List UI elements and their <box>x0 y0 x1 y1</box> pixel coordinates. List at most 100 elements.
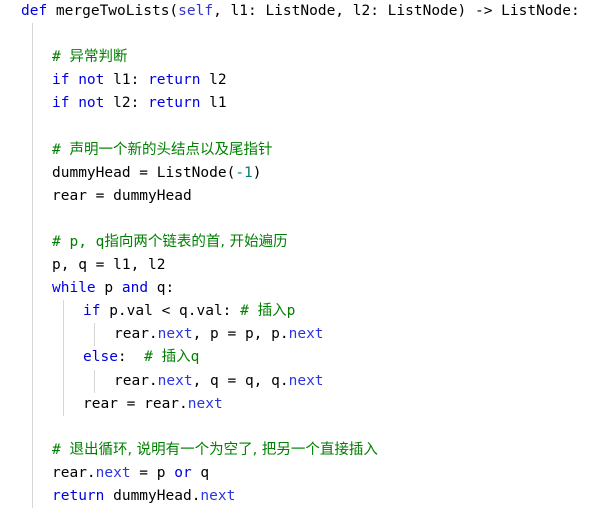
code-line[interactable]: def mergeTwoLists(self, l1: ListNode, l2… <box>0 0 615 23</box>
code-token: , q = q, q. <box>192 372 289 389</box>
code-token: next <box>95 464 131 481</box>
code-line-text: if p.val < q.val: # 插入p <box>0 300 615 323</box>
code-line[interactable]: # p, q指向两个链表的首, 开始遍历 <box>0 230 615 255</box>
code-token: next <box>200 487 236 504</box>
code-line[interactable]: if p.val < q.val: # 插入p <box>0 300 615 324</box>
code-token: mergeTwoLists( <box>47 3 179 19</box>
code-token: 指向两个链表的首, 开始遍历 <box>104 233 288 250</box>
code-token: def <box>21 3 48 19</box>
code-line-text: # 声明一个新的头结点以及尾指针 <box>0 139 615 162</box>
code-token: l2: <box>104 95 149 112</box>
code-token: q <box>190 349 200 366</box>
code-line[interactable] <box>0 207 615 231</box>
code-token: # <box>52 141 70 158</box>
code-token: 异常判断 <box>69 49 128 66</box>
code-line[interactable]: return dummyHead.next <box>0 484 615 508</box>
code-block[interactable]: def mergeTwoLists(self, l1: ListNode, l2… <box>0 0 615 508</box>
code-line[interactable]: # 声明一个新的头结点以及尾指针 <box>0 138 615 162</box>
code-token: # <box>52 441 70 458</box>
code-line-text: else: # 插入q <box>0 346 615 369</box>
code-token: , p = p, p. <box>192 326 289 343</box>
code-token: next <box>157 326 193 343</box>
code-line-text: rear = rear.next <box>0 393 615 416</box>
code-line[interactable]: dummyHead = ListNode(-1) <box>0 161 615 185</box>
code-token: p, q = l1, l2 <box>52 257 166 274</box>
code-token: p <box>286 303 296 320</box>
code-line-list: def mergeTwoLists(self, l1: ListNode, l2… <box>0 0 615 508</box>
code-token: else <box>83 349 118 366</box>
code-token: # p, q <box>52 233 105 250</box>
code-token: # <box>144 349 162 366</box>
code-line-text: rear.next, q = q, q.next <box>0 370 615 393</box>
code-line[interactable] <box>0 23 615 47</box>
code-token: q <box>191 464 210 481</box>
code-line-text: if not l1: return l2 <box>0 69 615 92</box>
code-line-text: # 退出循环, 说明有一个为空了, 把另一个直接插入 <box>0 439 615 462</box>
code-line[interactable]: rear.next = p or q <box>0 461 615 485</box>
code-line[interactable]: rear.next, q = q, q.next <box>0 369 615 393</box>
indent-guide <box>32 207 33 231</box>
code-token: next <box>157 372 193 389</box>
code-token: rear. <box>114 372 158 389</box>
code-token: l2 <box>200 72 227 89</box>
code-token: while <box>52 280 96 297</box>
code-token: 插入 <box>257 303 287 320</box>
code-token: # <box>52 49 70 66</box>
code-token: q: <box>148 280 175 297</box>
code-token: p <box>95 280 122 297</box>
code-token: l1: <box>104 72 149 89</box>
code-token: return <box>148 95 201 112</box>
code-token: dummyHead. <box>104 487 201 504</box>
code-token: next <box>288 372 324 389</box>
indent-guide <box>32 23 33 47</box>
code-token: next <box>187 395 223 412</box>
code-line[interactable] <box>0 415 615 439</box>
code-line[interactable]: if not l1: return l2 <box>0 69 615 93</box>
code-line-text: # 异常判断 <box>0 46 615 69</box>
code-token: ) <box>252 164 262 181</box>
code-line[interactable]: # 退出循环, 说明有一个为空了, 把另一个直接插入 <box>0 438 615 462</box>
code-token: if <box>52 72 70 89</box>
code-line[interactable]: rear = dummyHead <box>0 184 615 208</box>
code-line-text: # p, q指向两个链表的首, 开始遍历 <box>0 231 615 254</box>
code-token: next <box>288 326 324 343</box>
code-line-text: if not l2: return l1 <box>0 92 615 115</box>
code-token: if <box>83 303 101 320</box>
code-line-text: return dummyHead.next <box>0 485 615 508</box>
indent-guide <box>32 415 33 439</box>
code-line[interactable]: while p and q: <box>0 277 615 301</box>
code-line[interactable]: else: # 插入q <box>0 346 615 370</box>
code-token: # <box>240 303 258 320</box>
code-token: return <box>148 72 201 89</box>
code-line[interactable]: p, q = l1, l2 <box>0 254 615 278</box>
code-token: or <box>174 464 192 481</box>
indent-guide <box>32 115 33 139</box>
code-line-text: p, q = l1, l2 <box>0 254 615 277</box>
code-token: = p <box>130 464 175 481</box>
code-line[interactable]: rear.next, p = p, p.next <box>0 323 615 347</box>
code-line-text: def mergeTwoLists(self, l1: ListNode, l2… <box>0 0 615 23</box>
code-token: 退出循环, 说明有一个为空了, 把另一个直接插入 <box>69 441 378 458</box>
code-token: rear = rear. <box>83 395 188 412</box>
code-line-text: dummyHead = ListNode(-1) <box>0 162 615 185</box>
code-token: -1 <box>235 164 253 181</box>
code-line[interactable]: rear = rear.next <box>0 392 615 416</box>
code-token: rear. <box>114 326 158 343</box>
code-token: rear = dummyHead <box>52 187 192 204</box>
code-line[interactable]: # 异常判断 <box>0 46 615 70</box>
code-token: p.val < q.val: <box>100 303 241 320</box>
code-line-text: rear.next, p = p, p.next <box>0 323 615 346</box>
code-line[interactable] <box>0 115 615 139</box>
code-line-text: while p and q: <box>0 277 615 300</box>
code-token: not <box>78 95 105 112</box>
code-token: l1 <box>200 95 227 112</box>
code-token: not <box>78 72 105 89</box>
code-line[interactable]: if not l2: return l1 <box>0 92 615 116</box>
code-token: return <box>52 487 105 504</box>
code-token: if <box>52 95 70 112</box>
code-line-text: rear = dummyHead <box>0 185 615 208</box>
code-token: and <box>121 280 149 297</box>
code-token: dummyHead = ListNode( <box>52 164 236 181</box>
